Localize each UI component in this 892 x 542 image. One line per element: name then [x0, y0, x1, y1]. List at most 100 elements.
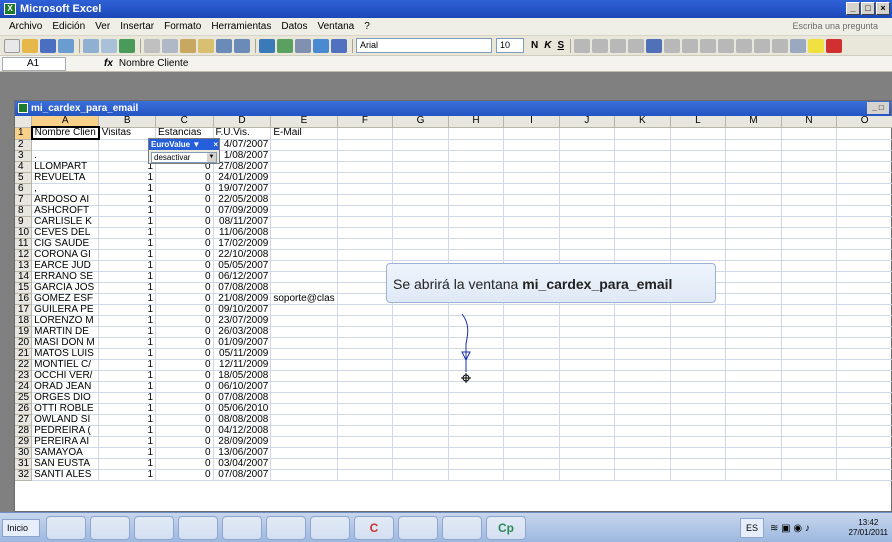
thousands-icon[interactable]	[682, 38, 699, 53]
close-button[interactable]: ×	[876, 2, 890, 15]
cell[interactable]: ERRANO SE	[31, 271, 100, 283]
cell[interactable]	[559, 348, 616, 360]
cell[interactable]	[836, 359, 892, 371]
cell[interactable]	[836, 403, 892, 415]
cell[interactable]: 1	[98, 293, 157, 305]
cell[interactable]	[270, 194, 338, 206]
merge-center-icon[interactable]	[628, 38, 645, 53]
cell[interactable]	[448, 139, 505, 151]
cell[interactable]	[781, 139, 838, 151]
cell[interactable]	[392, 304, 449, 316]
cell[interactable]	[670, 161, 727, 173]
column-header[interactable]: G	[392, 116, 449, 128]
cell[interactable]	[503, 414, 560, 426]
cell[interactable]	[448, 127, 505, 140]
row-header[interactable]: 22	[15, 359, 33, 371]
cell[interactable]	[614, 139, 671, 151]
cell[interactable]	[270, 458, 338, 470]
copy-icon[interactable]	[162, 38, 178, 53]
cell[interactable]: 1	[98, 183, 157, 195]
cell[interactable]	[392, 414, 449, 426]
cell[interactable]: 0	[155, 282, 214, 294]
cell[interactable]	[614, 447, 671, 459]
column-header[interactable]: I	[503, 116, 560, 128]
cell[interactable]	[781, 359, 838, 371]
cell[interactable]	[337, 249, 394, 261]
cell[interactable]: 27/08/2007	[213, 161, 272, 173]
cell[interactable]	[503, 183, 560, 195]
fx-icon[interactable]: fx	[104, 58, 113, 69]
cell[interactable]: 0	[155, 183, 214, 195]
minimize-button[interactable]: _	[846, 2, 860, 15]
cell[interactable]	[559, 370, 616, 382]
start-button[interactable]: Inicio	[2, 519, 40, 537]
cell[interactable]	[337, 403, 394, 415]
cell[interactable]	[836, 348, 892, 360]
column-header[interactable]: B	[98, 116, 157, 128]
cell[interactable]	[337, 469, 394, 481]
row-header[interactable]: 26	[15, 403, 33, 415]
cell[interactable]	[725, 127, 782, 140]
cell[interactable]	[781, 172, 838, 184]
cell[interactable]	[836, 227, 892, 239]
cell[interactable]	[559, 469, 616, 481]
cell[interactable]	[448, 392, 505, 404]
column-header[interactable]: N	[781, 116, 838, 128]
cell[interactable]	[337, 127, 394, 140]
cell[interactable]	[448, 172, 505, 184]
cell[interactable]	[503, 381, 560, 393]
cell[interactable]	[503, 205, 560, 217]
cell[interactable]	[448, 216, 505, 228]
cell[interactable]: 23/07/2009	[213, 315, 272, 327]
cell[interactable]	[337, 271, 394, 283]
cell[interactable]	[614, 205, 671, 217]
cell[interactable]	[337, 183, 394, 195]
cell[interactable]	[392, 172, 449, 184]
cell[interactable]: ARDOSO AI	[31, 194, 100, 206]
row-header[interactable]: 20	[15, 337, 33, 349]
cell[interactable]	[337, 425, 394, 437]
font-color-icon[interactable]	[826, 38, 843, 53]
cell[interactable]	[670, 127, 727, 140]
cell[interactable]	[392, 381, 449, 393]
cell[interactable]: 0	[155, 348, 214, 360]
cell[interactable]	[392, 403, 449, 415]
cell[interactable]	[559, 425, 616, 437]
cell[interactable]	[392, 183, 449, 195]
cell[interactable]: 1	[98, 381, 157, 393]
cell[interactable]	[392, 238, 449, 250]
cell[interactable]	[836, 216, 892, 228]
cell[interactable]	[503, 127, 560, 140]
cell[interactable]	[392, 348, 449, 360]
cell[interactable]	[836, 337, 892, 349]
cell[interactable]	[614, 172, 671, 184]
cell[interactable]: 1	[98, 304, 157, 316]
eurovalue-dropdown-icon[interactable]: ▼	[192, 140, 200, 149]
cell[interactable]	[781, 370, 838, 382]
decrease-indent-icon[interactable]	[754, 38, 771, 53]
cell[interactable]	[503, 161, 560, 173]
cell[interactable]	[270, 381, 338, 393]
cell[interactable]	[781, 194, 838, 206]
cell[interactable]	[559, 304, 616, 316]
column-header[interactable]: H	[448, 116, 505, 128]
cell[interactable]	[337, 216, 394, 228]
cell[interactable]	[670, 216, 727, 228]
cell[interactable]	[559, 227, 616, 239]
cell[interactable]	[270, 205, 338, 217]
cell[interactable]	[270, 282, 338, 294]
row-header[interactable]: 1	[15, 127, 33, 140]
cell[interactable]: 0	[155, 436, 214, 448]
cell[interactable]: 1	[98, 436, 157, 448]
cell[interactable]	[503, 216, 560, 228]
cell[interactable]	[337, 315, 394, 327]
cell[interactable]	[270, 238, 338, 250]
row-header[interactable]: 5	[15, 172, 33, 184]
cell[interactable]: 17/02/2009	[213, 238, 272, 250]
cell[interactable]	[781, 403, 838, 415]
cell[interactable]	[836, 315, 892, 327]
cell[interactable]	[448, 425, 505, 437]
workbook-window-controls[interactable]: _ □	[867, 102, 889, 114]
cell[interactable]: 0	[155, 359, 214, 371]
cell[interactable]	[503, 359, 560, 371]
